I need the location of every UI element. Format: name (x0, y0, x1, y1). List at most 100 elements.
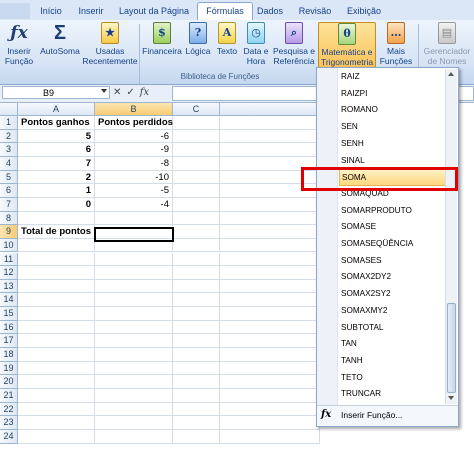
cell-d16[interactable] (220, 320, 320, 335)
tab-inicio[interactable]: Início (36, 3, 66, 19)
tab-revisao[interactable]: Revisão (295, 3, 335, 19)
scroll-up-icon[interactable] (448, 72, 454, 76)
cell-c21[interactable] (173, 389, 220, 403)
cell-a14[interactable] (18, 293, 95, 308)
column-header-b[interactable]: B (95, 103, 173, 116)
row-header-4[interactable]: 4 (0, 156, 18, 171)
cell-d19[interactable] (220, 361, 320, 376)
row-header-1[interactable]: 1 (0, 116, 18, 130)
cell-c18[interactable] (173, 348, 220, 362)
cell-b2[interactable]: -6 (95, 129, 173, 144)
function-item-somaxmy2[interactable]: SOMAXMY2 (339, 303, 452, 320)
cell-d3[interactable] (220, 143, 320, 157)
row-header-9[interactable]: 9 (0, 225, 18, 239)
cell-d18[interactable] (220, 348, 320, 362)
function-item-somax2dy2[interactable]: SOMAX2DY2 (339, 269, 452, 286)
cell-a13[interactable] (18, 279, 95, 294)
cell-d17[interactable] (220, 334, 320, 349)
tab-dados[interactable]: Dados (254, 3, 286, 19)
cell-d10[interactable] (220, 238, 320, 253)
cell-a24[interactable] (18, 429, 95, 444)
function-item-somases[interactable]: SOMASES (339, 253, 452, 270)
cell-b13[interactable] (95, 279, 173, 294)
cell-a8[interactable] (18, 211, 95, 226)
row-header-11[interactable]: 11 (0, 252, 18, 267)
tab-exibicao[interactable]: Exibição (342, 3, 386, 19)
cell-b5[interactable]: -10 (95, 170, 173, 185)
active-cell-b9[interactable] (94, 227, 174, 242)
row-header-17[interactable]: 17 (0, 334, 18, 349)
cancel-icon[interactable]: ✕ (113, 87, 126, 98)
cell-c7[interactable] (173, 197, 220, 212)
column-header-a[interactable]: A (18, 103, 95, 116)
cell-b8[interactable] (95, 211, 173, 226)
name-manager-button[interactable]: ▤ Gerenciador de Nomes (421, 22, 473, 66)
cell-a20[interactable] (18, 375, 95, 389)
name-box-dropdown-icon[interactable] (101, 89, 107, 93)
cell-b15[interactable] (95, 307, 173, 321)
financial-button[interactable]: $ Financeira (141, 22, 183, 56)
row-header-21[interactable]: 21 (0, 389, 18, 403)
tab-formulas[interactable]: Fórmulas (197, 2, 253, 21)
cell-c12[interactable] (173, 266, 220, 280)
cell-a5[interactable]: 2 (18, 170, 95, 185)
row-header-23[interactable]: 23 (0, 416, 18, 430)
cell-d13[interactable] (220, 279, 320, 294)
cell-c23[interactable] (173, 416, 220, 430)
math-trig-button[interactable]: θ Matemática e Trigonometria (318, 22, 376, 68)
cell-d12[interactable] (220, 266, 320, 280)
cell-a4[interactable]: 7 (18, 156, 95, 171)
cell-c4[interactable] (173, 156, 220, 171)
cell-a10[interactable] (18, 238, 95, 253)
cell-a18[interactable] (18, 348, 95, 362)
column-header-d[interactable] (220, 103, 320, 116)
function-item-raizpi[interactable]: RAIZPI (339, 86, 452, 103)
cell-d15[interactable] (220, 307, 320, 321)
row-header-13[interactable]: 13 (0, 279, 18, 294)
cell-d9[interactable] (220, 225, 320, 239)
cell-a15[interactable] (18, 307, 95, 321)
cell-c3[interactable] (173, 143, 220, 157)
cell-b1[interactable]: Pontos perdidos (95, 116, 173, 130)
tab-layout[interactable]: Layout da Página (116, 3, 192, 19)
cell-b11[interactable] (95, 252, 173, 267)
cell-a19[interactable] (18, 361, 95, 376)
row-header-3[interactable]: 3 (0, 143, 18, 157)
cell-b19[interactable] (95, 361, 173, 376)
cell-d8[interactable] (220, 211, 320, 226)
cell-c16[interactable] (173, 320, 220, 335)
cell-d22[interactable] (220, 402, 320, 417)
cell-d7[interactable] (220, 197, 320, 212)
function-item-raiz[interactable]: RAIZ (339, 69, 452, 86)
cell-d11[interactable] (220, 252, 320, 267)
function-item-somaseqüência[interactable]: SOMASEQÜÊNCIA (339, 236, 452, 253)
cell-c20[interactable] (173, 375, 220, 389)
text-button[interactable]: A Texto (213, 22, 241, 56)
row-header-5[interactable]: 5 (0, 170, 18, 185)
function-item-tanh[interactable]: TANH (339, 353, 452, 370)
cell-a16[interactable] (18, 320, 95, 335)
cell-b24[interactable] (95, 429, 173, 444)
cell-a21[interactable] (18, 389, 95, 403)
row-header-7[interactable]: 7 (0, 197, 18, 212)
insert-function-footer[interactable]: fx Inserir Função... (317, 405, 458, 426)
cell-b23[interactable] (95, 416, 173, 430)
cell-c14[interactable] (173, 293, 220, 308)
cell-c1[interactable] (173, 116, 220, 130)
cell-c22[interactable] (173, 402, 220, 417)
cell-a7[interactable]: 0 (18, 197, 95, 212)
cell-b14[interactable] (95, 293, 173, 308)
lookup-reference-button[interactable]: ⌕ Pesquisa e Referência (271, 22, 317, 66)
cell-c9[interactable] (173, 225, 220, 239)
fx-button[interactable]: fx (140, 87, 149, 98)
cell-d14[interactable] (220, 293, 320, 308)
function-item-somarproduto[interactable]: SOMARPRODUTO (339, 203, 452, 220)
column-header-c[interactable]: C (173, 103, 220, 116)
cell-c17[interactable] (173, 334, 220, 349)
row-header-19[interactable]: 19 (0, 361, 18, 376)
scrollbar-thumb[interactable] (447, 303, 456, 393)
select-all-corner[interactable] (0, 103, 18, 116)
cell-c2[interactable] (173, 129, 220, 144)
cell-c6[interactable] (173, 184, 220, 198)
cell-c10[interactable] (173, 238, 220, 253)
